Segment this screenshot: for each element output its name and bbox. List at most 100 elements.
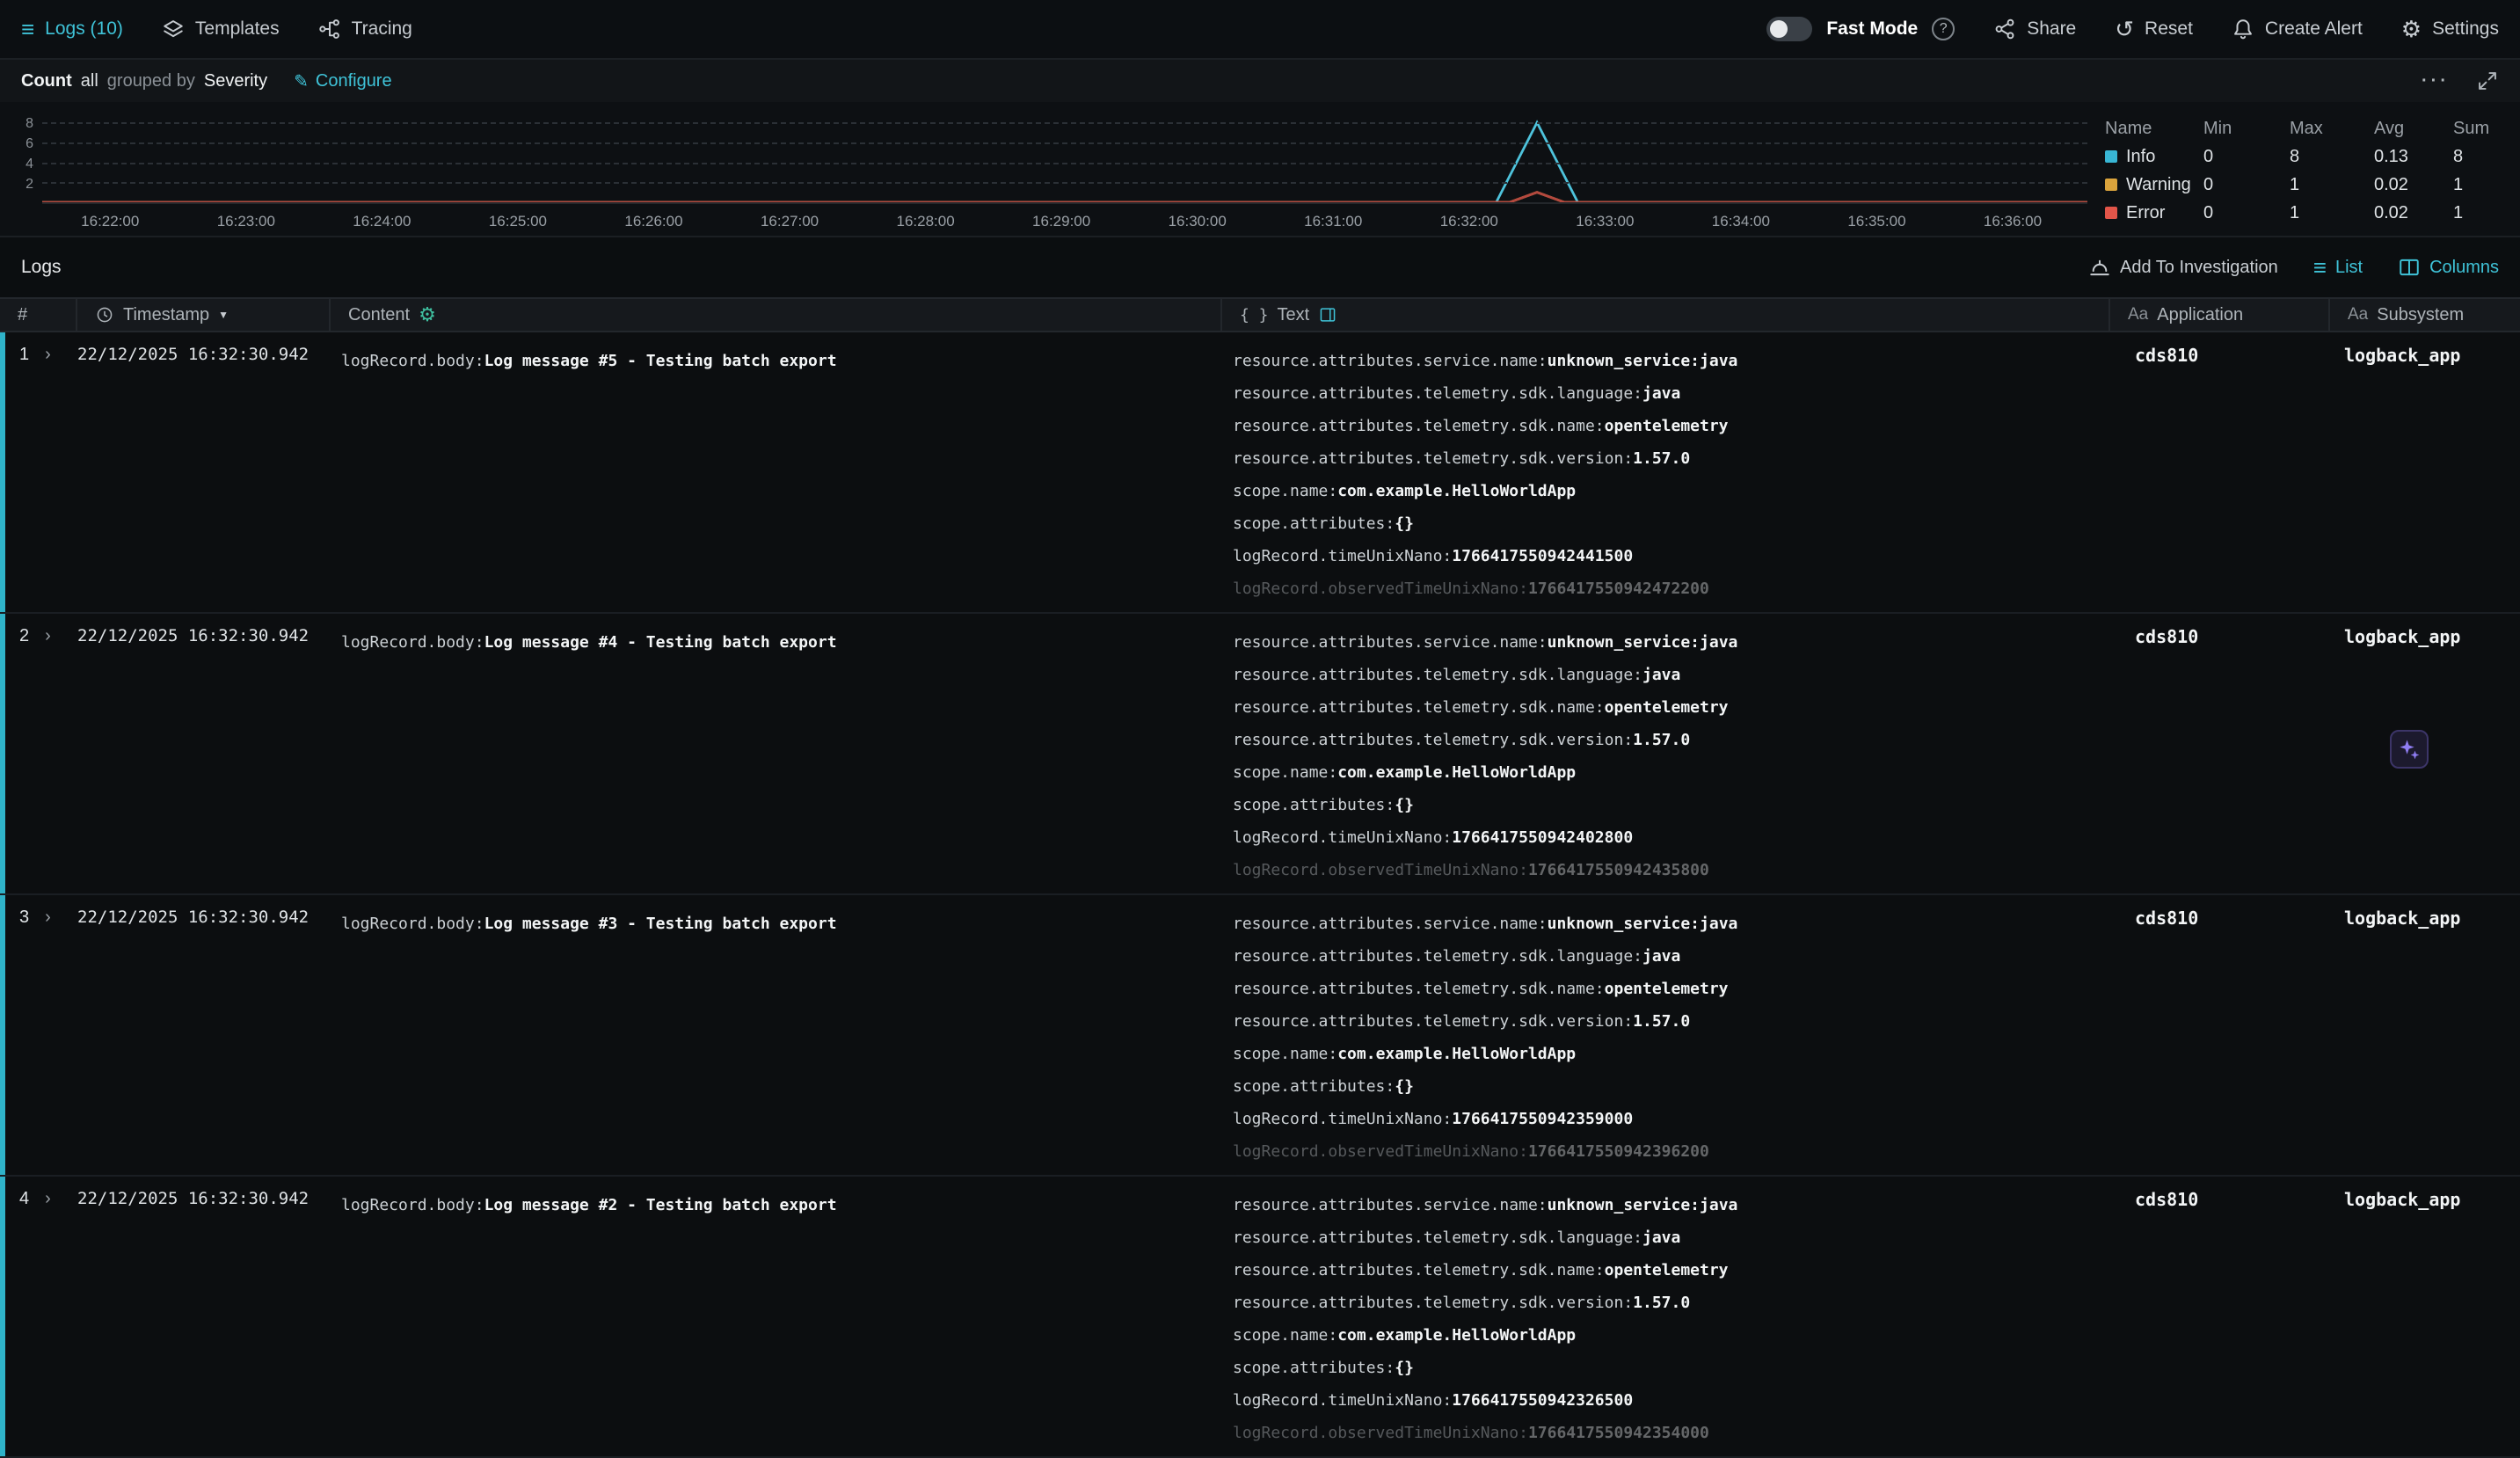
content-key: logRecord.body: bbox=[341, 915, 484, 933]
text-key: logRecord.timeUnixNano: bbox=[1233, 1391, 1452, 1410]
log-text: resource.attributes.service.name:unknown… bbox=[1222, 895, 2110, 1175]
fast-mode-toggle[interactable] bbox=[1766, 17, 1812, 41]
text-value: 1766417550942441500 bbox=[1452, 547, 1633, 565]
legend-swatch bbox=[2105, 179, 2117, 191]
log-text: resource.attributes.service.name:unknown… bbox=[1222, 1177, 2110, 1456]
share-button[interactable]: Share bbox=[1993, 18, 2076, 40]
list-icon: ≡ bbox=[2313, 256, 2327, 279]
sort-desc-icon[interactable]: ▼ bbox=[218, 309, 229, 321]
chart-header: Count all grouped by Severity ✎ Configur… bbox=[0, 60, 2520, 102]
x-axis-label: 16:22:00 bbox=[81, 213, 139, 230]
more-options-icon[interactable]: ··· bbox=[2422, 71, 2450, 91]
create-alert-button[interactable]: Create Alert bbox=[2232, 18, 2363, 40]
text-key: scope.attributes: bbox=[1233, 1359, 1395, 1377]
tab-logs[interactable]: ≡ Logs (10) bbox=[21, 18, 123, 40]
tab-templates[interactable]: Templates bbox=[162, 18, 280, 40]
tab-tracing[interactable]: Tracing bbox=[318, 18, 412, 40]
expand-chevron-icon[interactable]: › bbox=[45, 908, 51, 1175]
col-header-content[interactable]: Content ⚙ bbox=[331, 299, 1222, 331]
log-text: resource.attributes.service.name:unknown… bbox=[1222, 614, 2110, 893]
x-axis-label: 16:25:00 bbox=[489, 213, 547, 230]
log-text-line: scope.attributes:{} bbox=[1233, 1070, 2110, 1103]
content-settings-icon[interactable]: ⚙ bbox=[419, 303, 436, 326]
log-timestamp: 22/12/2025 16:32:30.942 bbox=[77, 614, 331, 893]
content-key: logRecord.body: bbox=[341, 633, 484, 652]
columns-view-button[interactable]: Columns bbox=[2398, 256, 2499, 279]
log-content-line: logRecord.body:Log message #2 - Testing … bbox=[341, 1189, 1222, 1221]
x-axis-label: 16:26:00 bbox=[624, 213, 682, 230]
log-text-line: scope.attributes:{} bbox=[1233, 507, 2110, 540]
col-header-application[interactable]: Aa Application bbox=[2110, 299, 2330, 331]
legend-row[interactable]: Warning010.021 bbox=[2105, 171, 2506, 199]
x-axis-label: 16:24:00 bbox=[353, 213, 411, 230]
text-key: scope.name: bbox=[1233, 1326, 1337, 1345]
log-text-line: resource.attributes.telemetry.sdk.versio… bbox=[1233, 1287, 2110, 1319]
reset-icon: ↺ bbox=[2115, 18, 2134, 40]
expand-icon[interactable] bbox=[2476, 69, 2499, 92]
legend-avg: 0.02 bbox=[2374, 203, 2453, 223]
log-text-line: resource.attributes.service.name:unknown… bbox=[1233, 626, 2110, 659]
expand-chevron-icon[interactable]: › bbox=[45, 626, 51, 893]
x-axis-label: 16:31:00 bbox=[1304, 213, 1362, 230]
text-value: java bbox=[1642, 384, 1680, 403]
content-value: Log message #2 - Testing batch export bbox=[484, 1196, 837, 1214]
col-header-text[interactable]: { } Text bbox=[1222, 299, 2110, 331]
legend-rows: Info080.138Warning010.021Error010.021 bbox=[2105, 142, 2506, 227]
content-value: Log message #3 - Testing batch export bbox=[484, 915, 837, 933]
log-timestamp: 22/12/2025 16:32:30.942 bbox=[77, 332, 331, 612]
expand-chevron-icon[interactable]: › bbox=[45, 1189, 51, 1456]
text-value: 1766417550942396200 bbox=[1528, 1142, 1709, 1161]
bell-icon bbox=[2232, 18, 2254, 40]
add-to-investigation-button[interactable]: Add To Investigation bbox=[2088, 256, 2278, 279]
expand-chevron-icon[interactable]: › bbox=[45, 345, 51, 612]
settings-button[interactable]: ⚙ Settings bbox=[2401, 18, 2499, 40]
log-row[interactable]: 2 › 22/12/2025 16:32:30.942 logRecord.bo… bbox=[0, 614, 2520, 895]
app-root: ≡ Logs (10) Templates Tracing Fast Mode … bbox=[0, 0, 2520, 1458]
log-text-line: resource.attributes.service.name:unknown… bbox=[1233, 345, 2110, 377]
series-warning bbox=[42, 193, 2087, 202]
gridline bbox=[42, 182, 2087, 184]
text-key: resource.attributes.service.name: bbox=[1233, 352, 1548, 370]
text-value: 1.57.0 bbox=[1633, 1012, 1690, 1031]
text-value: opentelemetry bbox=[1605, 417, 1729, 435]
text-key: resource.attributes.telemetry.sdk.langua… bbox=[1233, 666, 1642, 684]
legend-row[interactable]: Info080.138 bbox=[2105, 142, 2506, 171]
columns-icon bbox=[2398, 256, 2421, 279]
log-row[interactable]: 4 › 22/12/2025 16:32:30.942 logRecord.bo… bbox=[0, 1177, 2520, 1458]
text-value: opentelemetry bbox=[1605, 1261, 1729, 1279]
chart-metric: Count bbox=[21, 71, 72, 91]
col-header-timestamp[interactable]: Timestamp ▼ bbox=[77, 299, 331, 331]
text-header-label: Text bbox=[1278, 305, 1310, 325]
text-value: com.example.HelloWorldApp bbox=[1337, 1045, 1576, 1063]
list-label: List bbox=[2335, 258, 2363, 278]
log-text-line: scope.name:com.example.HelloWorldApp bbox=[1233, 1038, 2110, 1070]
pencil-icon: ✎ bbox=[294, 70, 309, 92]
row-number: 4 bbox=[19, 1189, 29, 1456]
configure-button[interactable]: ✎ Configure bbox=[294, 70, 391, 92]
help-icon[interactable]: ? bbox=[1932, 18, 1955, 40]
application-header-label: Application bbox=[2157, 305, 2243, 325]
row-number: 1 bbox=[19, 345, 29, 612]
text-value: opentelemetry bbox=[1605, 698, 1729, 717]
log-text-line: resource.attributes.telemetry.sdk.versio… bbox=[1233, 1005, 2110, 1038]
legend-row[interactable]: Error010.021 bbox=[2105, 199, 2506, 227]
legend-header-name: Name bbox=[2105, 119, 2203, 139]
col-header-subsystem[interactable]: Aa Subsystem bbox=[2330, 299, 2520, 331]
braces-icon: { } bbox=[1240, 306, 1269, 324]
reset-button[interactable]: ↺ Reset bbox=[2115, 18, 2193, 40]
legend-header-min: Min bbox=[2203, 119, 2290, 139]
log-content-line: logRecord.body:Log message #5 - Testing … bbox=[341, 345, 1222, 377]
share-icon bbox=[1993, 18, 2016, 40]
log-row[interactable]: 3 › 22/12/2025 16:32:30.942 logRecord.bo… bbox=[0, 895, 2520, 1177]
text-column-icon[interactable] bbox=[1318, 305, 1337, 324]
log-application: cds810 bbox=[2110, 332, 2330, 612]
y-axis-label: 6 bbox=[25, 136, 33, 152]
ai-assist-button[interactable] bbox=[2390, 730, 2429, 769]
toggle-knob bbox=[1770, 20, 1788, 38]
list-view-button[interactable]: ≡ List bbox=[2313, 256, 2363, 279]
gridline bbox=[42, 142, 2087, 144]
log-row[interactable]: 1 › 22/12/2025 16:32:30.942 logRecord.bo… bbox=[0, 332, 2520, 614]
chart-area: 2468 16:22:0016:23:0016:24:0016:25:0016:… bbox=[0, 102, 2098, 236]
chart-panel: Count all grouped by Severity ✎ Configur… bbox=[0, 60, 2520, 237]
log-text-line: scope.attributes:{} bbox=[1233, 1352, 2110, 1384]
